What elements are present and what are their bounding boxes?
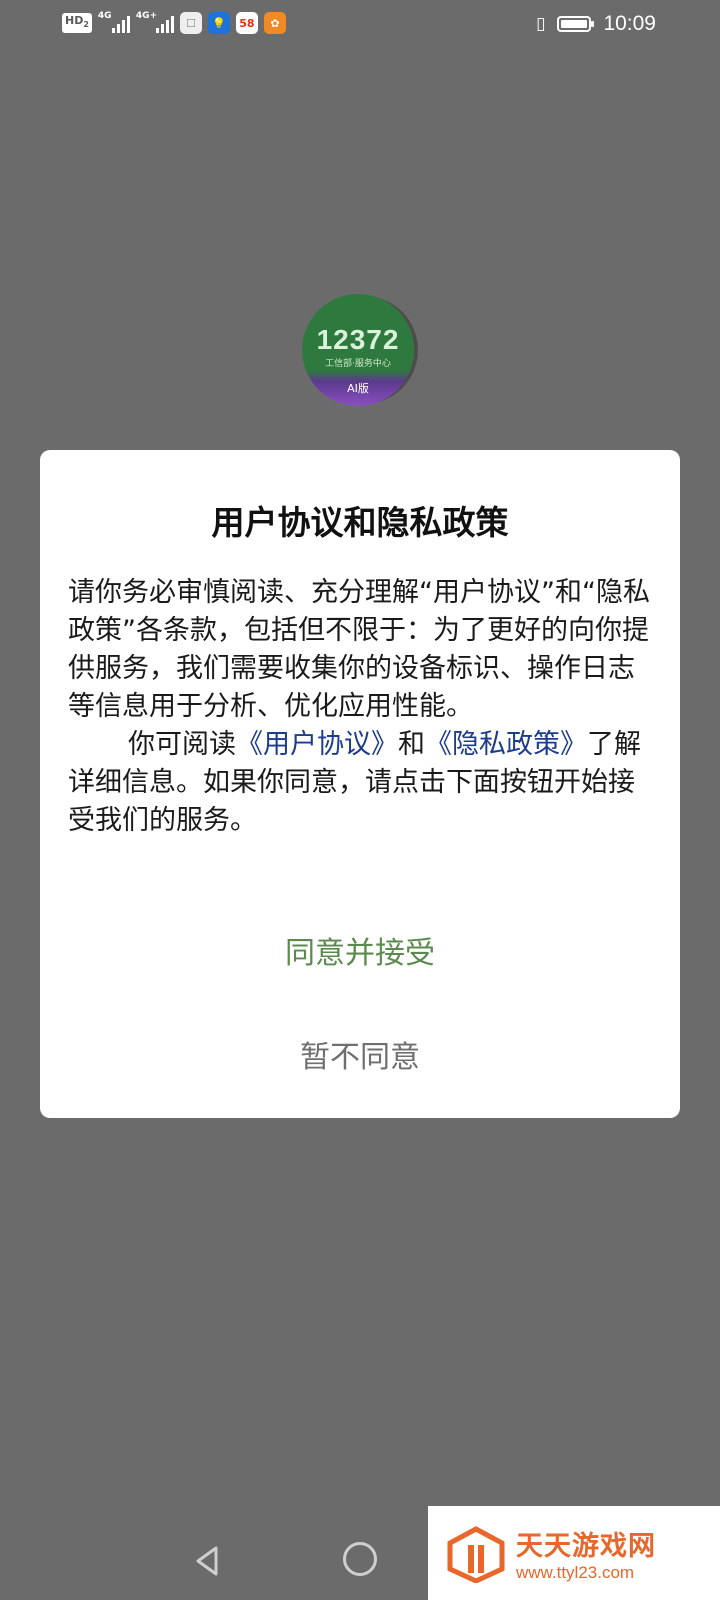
status-bar: HD2 4G 4G+ ☐ 💡 58 ✿ ▯ 10:09 (0, 0, 720, 48)
notification-app-icon: ☐ (179, 12, 202, 34)
watermark: 天天游戏网 www.ttyl23.com (428, 1506, 720, 1600)
watermark-logo-icon (447, 1526, 505, 1583)
watermark-url: www.ttyl23.com (516, 1562, 635, 1582)
back-icon[interactable] (190, 1544, 224, 1578)
dialog-paragraph-1: 请你务必审慎阅读、充分理解“用户协议”和“隐私政策”各条款，包括但不限于：为了更… (68, 577, 650, 722)
battery-level (561, 20, 587, 28)
user-agreement-link[interactable]: 《用户协议》 (236, 729, 398, 760)
clock: 10:09 (603, 12, 656, 35)
watermark-text: 天天游戏网 www.ttyl23.com (516, 1524, 656, 1583)
logo-tagline: 工信部·服务中心 (325, 359, 391, 369)
logo-number: 12372 (316, 324, 400, 355)
accept-button[interactable]: 同意并接受 (40, 920, 680, 980)
vibrate-icon: ▯ (536, 14, 546, 34)
app-58-icon: 58 (235, 12, 258, 34)
orange-app-icon: ✿ (263, 12, 286, 34)
dialog-title: 用户协议和隐私政策 (211, 503, 509, 542)
lightbulb-app-icon: 💡 (207, 12, 230, 34)
signal-icon-sim1: 4G (98, 11, 130, 33)
status-left: HD2 4G 4G+ ☐ 💡 58 ✿ (62, 11, 286, 34)
privacy-policy-link[interactable]: 《隐私政策》 (425, 729, 587, 760)
hd-voice-icon: HD2 (62, 12, 92, 34)
watermark-title: 天天游戏网 (516, 1530, 656, 1562)
app-logo: 12372 工信部·服务中心 AI版 (302, 294, 414, 406)
dialog-paragraph-2: 你可阅读《用户协议》和《隐私政策》了解详细信息。如果你同意，请点击下面按钮开始接… (68, 729, 641, 836)
decline-button[interactable]: 暂不同意 (40, 1024, 680, 1084)
dialog-body: 请你务必审慎阅读、充分理解“用户协议”和“隐私政策”各条款，包括但不限于：为了更… (68, 574, 652, 840)
logo-ai-label: AI版 (347, 382, 369, 395)
privacy-dialog: 用户协议和隐私政策 请你务必审慎阅读、充分理解“用户协议”和“隐私政策”各条款，… (40, 450, 680, 1118)
battery-icon (557, 16, 595, 32)
home-icon[interactable] (343, 1542, 377, 1576)
signal-icon-sim2: 4G+ (136, 11, 174, 33)
status-right: ▯ 10:09 (536, 12, 656, 36)
